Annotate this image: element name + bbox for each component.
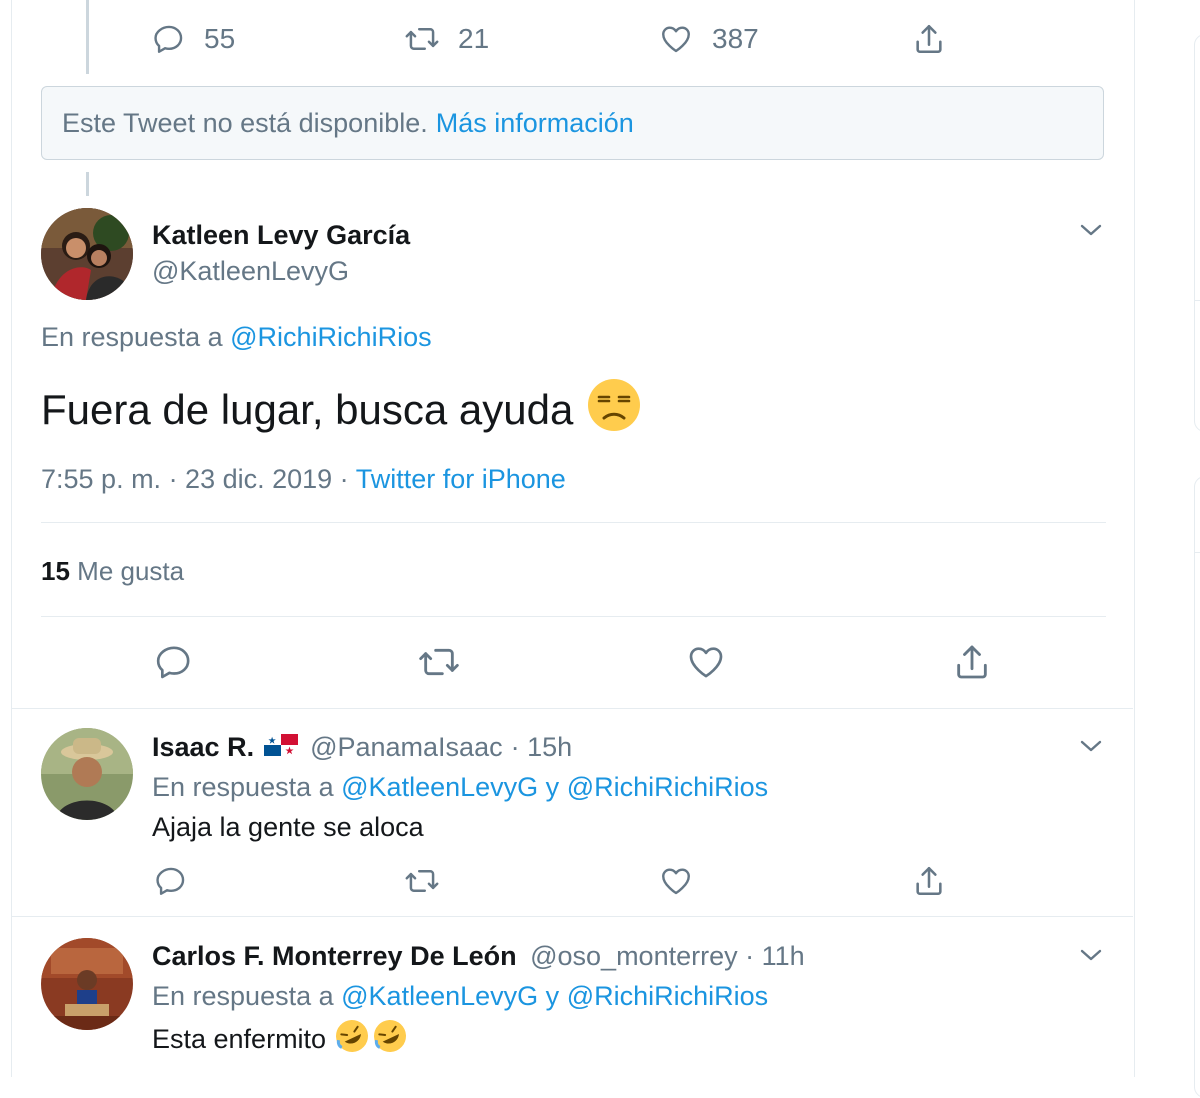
avatar[interactable]: [41, 938, 133, 1030]
chevron-down-icon[interactable]: [1078, 945, 1104, 970]
likes-label: Me gusta: [77, 556, 185, 586]
heart-icon: [658, 22, 694, 56]
reply-time[interactable]: · 15h: [511, 732, 573, 763]
reply-header: Carlos F. Monterrey De León @oso_monterr…: [152, 941, 805, 972]
reply-button[interactable]: [154, 864, 188, 903]
tweet-meta: 7:55 p. m. · 23 dic. 2019 · Twitter for …: [41, 464, 566, 495]
heart-icon: [685, 642, 727, 682]
divider: [41, 616, 1106, 617]
more-info-link[interactable]: Más información: [436, 108, 634, 139]
reply-prefix: En respuesta a: [41, 322, 223, 352]
avatar[interactable]: [41, 208, 133, 300]
retweet-count: 21: [458, 23, 490, 54]
reply-body: Esta enfermito: [152, 1018, 408, 1061]
reply-button[interactable]: [154, 642, 194, 687]
reply-conj: y: [545, 772, 560, 802]
likes-summary[interactable]: 15 Me gusta: [41, 556, 184, 587]
like-count: 387: [712, 23, 759, 54]
tweet-source[interactable]: Twitter for iPhone: [356, 464, 566, 494]
unavailable-tweet-notice: Este Tweet no está disponible. Más infor…: [41, 86, 1104, 160]
reply-context: En respuesta a @KatleenLevyG y @RichiRic…: [152, 772, 768, 803]
like-button[interactable]: [685, 642, 727, 687]
unavailable-text: Este Tweet no está disponible.: [62, 107, 428, 138]
retweet-action[interactable]: 21: [404, 22, 489, 56]
reply-action[interactable]: 55: [152, 22, 235, 56]
avatar[interactable]: [41, 728, 133, 820]
divider: [11, 708, 1133, 709]
panama-flag-icon: [264, 732, 299, 763]
share-icon: [952, 642, 992, 682]
thread-line: [86, 0, 89, 74]
tweet-timestamp[interactable]: 7:55 p. m. · 23 dic. 2019 ·: [41, 464, 349, 494]
chevron-down-icon[interactable]: [1078, 220, 1104, 245]
reply-to-link[interactable]: @RichiRichiRios: [567, 772, 768, 802]
unamused-face-icon: [587, 378, 641, 442]
sidebar-card: [1194, 34, 1200, 432]
sidebar-divider: [1194, 300, 1200, 301]
reply-time[interactable]: · 11h: [745, 941, 805, 971]
tweet-body: Fuera de lugar, busca ayuda: [41, 378, 641, 442]
share-button[interactable]: [912, 864, 946, 903]
chevron-down-icon[interactable]: [1078, 736, 1104, 761]
like-action[interactable]: 387: [658, 22, 759, 56]
heart-icon: [662, 868, 690, 895]
reply-to-link[interactable]: @KatleenLevyG: [341, 772, 538, 802]
reply-count: 55: [204, 23, 236, 54]
like-button[interactable]: [658, 864, 694, 903]
reply-author-handle[interactable]: @oso_monterrey: [530, 941, 738, 971]
divider: [41, 522, 1106, 523]
thread-line: [86, 172, 89, 196]
reply-author-name[interactable]: Carlos F. Monterrey De León: [152, 941, 517, 971]
reply-text: Esta enfermito: [152, 1024, 327, 1054]
reply-header: Isaac R. @PanamaIsaac · 15h: [152, 732, 572, 763]
rolling-on-floor-laughing-icon: [334, 1018, 408, 1061]
retweet-icon: [405, 870, 439, 892]
retweet-icon: [404, 22, 440, 56]
share-icon: [912, 22, 946, 56]
likes-count: 15: [41, 556, 70, 586]
share-action[interactable]: [912, 22, 946, 56]
reply-author-name[interactable]: Isaac R.: [152, 732, 254, 763]
share-button[interactable]: [952, 642, 992, 687]
retweet-icon: [417, 642, 461, 682]
retweet-button[interactable]: [404, 864, 440, 903]
reply-text: Ajaja la gente se aloca: [152, 812, 424, 842]
sidebar-divider: [1194, 552, 1200, 553]
reply-author-handle[interactable]: @PanamaIsaac: [310, 732, 503, 763]
reply-to-link[interactable]: @RichiRichiRios: [567, 981, 768, 1011]
reply-icon: [156, 867, 185, 895]
reply-to-link[interactable]: @RichiRichiRios: [230, 322, 431, 352]
share-icon: [916, 866, 942, 896]
reply-icon: [154, 642, 194, 682]
reply-conj: y: [545, 981, 560, 1011]
reply-prefix: En respuesta a: [152, 772, 334, 802]
author-handle[interactable]: @KatleenLevyG: [152, 256, 349, 287]
reply-icon: [152, 22, 186, 56]
reply-context: En respuesta a @RichiRichiRios: [41, 322, 432, 353]
right-sidebar: [1194, 0, 1200, 1098]
divider: [11, 916, 1133, 917]
author-name[interactable]: Katleen Levy García: [152, 220, 410, 251]
tweet-text: Fuera de lugar, busca ayuda: [41, 386, 574, 433]
sidebar-card: [1194, 476, 1200, 1098]
retweet-button[interactable]: [417, 642, 461, 687]
reply-context: En respuesta a @KatleenLevyG y @RichiRic…: [152, 981, 768, 1012]
reply-prefix: En respuesta a: [152, 981, 334, 1011]
reply-to-link[interactable]: @KatleenLevyG: [341, 981, 538, 1011]
